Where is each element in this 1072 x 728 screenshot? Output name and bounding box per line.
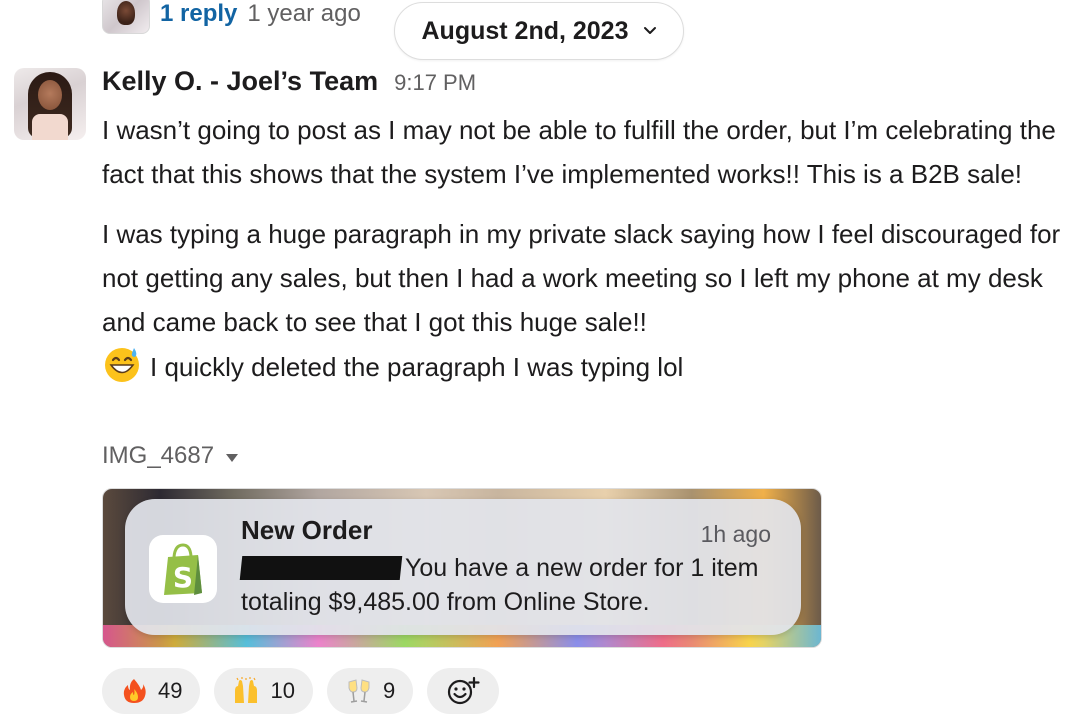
message-paragraph-2-text: I was typing a huge paragraph in my priv… bbox=[102, 219, 1061, 337]
reaction-clinking-glasses[interactable]: 9 bbox=[326, 668, 414, 714]
date-divider-button[interactable]: August 2nd, 2023 bbox=[394, 2, 684, 60]
image-attachment[interactable]: S New Order 1h ago You have a new order … bbox=[102, 488, 822, 648]
reaction-bar: 49 10 9 bbox=[102, 668, 500, 714]
message-timestamp[interactable]: 9:17 PM bbox=[394, 70, 476, 96]
reaction-count: 10 bbox=[270, 678, 295, 703]
order-notification: S New Order 1h ago You have a new order … bbox=[125, 499, 801, 635]
reaction-count: 49 bbox=[158, 678, 183, 703]
reply-time: 1 year ago bbox=[247, 0, 361, 27]
slack-message-view: 1 reply 1 year ago August 2nd, 2023 Kell… bbox=[0, 0, 1072, 728]
add-reaction-button[interactable] bbox=[427, 668, 500, 714]
grinning-sweat-emoji bbox=[105, 348, 139, 382]
add-reaction-icon bbox=[448, 676, 480, 705]
reaction-count: 9 bbox=[382, 678, 396, 703]
shopify-bag-icon: S bbox=[149, 535, 217, 603]
notification-time: 1h ago bbox=[700, 521, 771, 547]
avatar[interactable] bbox=[14, 68, 86, 140]
notification-body: You have a new order for 1 item totaling… bbox=[239, 551, 781, 619]
fire-emoji bbox=[123, 679, 146, 703]
message-body: I wasn’t going to post as I may not be a… bbox=[102, 108, 1064, 389]
message-paragraph-1: I wasn’t going to post as I may not be a… bbox=[102, 115, 1056, 189]
date-divider-label: August 2nd, 2023 bbox=[421, 16, 629, 45]
sender-name[interactable]: Kelly O. - Joel’s Team bbox=[102, 66, 378, 97]
message-header: Kelly O. - Joel’s Team 9:17 PM bbox=[102, 66, 476, 97]
attachment-filename: IMG_4687 bbox=[102, 442, 215, 469]
reply-count-link[interactable]: 1 reply bbox=[160, 0, 237, 28]
raised-hands-emoji bbox=[235, 677, 258, 703]
chevron-down-icon bbox=[643, 27, 656, 34]
caret-down-icon bbox=[226, 454, 239, 462]
clinking-glasses-emoji bbox=[348, 679, 370, 703]
thread-reply-summary[interactable]: 1 reply 1 year ago bbox=[102, 0, 361, 36]
message-paragraph-2-end: I quickly deleted the paragraph I was ty… bbox=[150, 352, 684, 382]
notification-title: New Order bbox=[241, 515, 373, 545]
svg-text:S: S bbox=[173, 561, 193, 594]
attachment-toggle[interactable]: IMG_4687 bbox=[102, 442, 239, 470]
message-paragraph-2: I was typing a huge paragraph in my priv… bbox=[102, 212, 1064, 389]
reaction-raised-hands[interactable]: 10 bbox=[214, 668, 313, 714]
reply-avatar bbox=[102, 0, 150, 34]
reaction-fire[interactable]: 49 bbox=[102, 668, 201, 714]
redacted-text bbox=[239, 556, 403, 580]
